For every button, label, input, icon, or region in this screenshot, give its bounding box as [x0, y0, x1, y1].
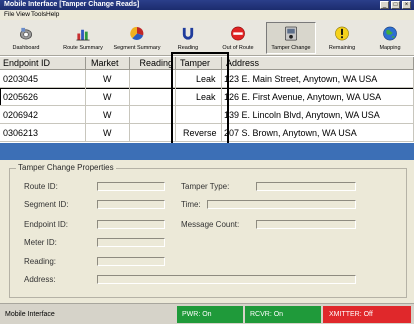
column-header-endpoint-id[interactable]: Endpoint ID	[0, 57, 86, 70]
mapping-label: Mapping	[379, 45, 401, 51]
status-app-name: Mobile Interface	[5, 311, 55, 318]
column-header-market[interactable]: Market	[86, 57, 130, 70]
table-row[interactable]: 0205626 W Leak 126 E. First Avenue, Anyt…	[0, 88, 414, 106]
remaining-icon	[335, 26, 349, 41]
address-cell: 123 E. Main Street, Anytown, WA USA	[222, 70, 414, 88]
splitter-bar[interactable]	[0, 143, 414, 160]
dashboard-button[interactable]: Dashboard	[4, 22, 48, 54]
message-count-label: Message Count:	[181, 220, 240, 229]
mapping-icon	[383, 26, 397, 41]
column-header-address[interactable]: Address	[222, 57, 414, 70]
tamper-type-field	[256, 182, 356, 191]
segment-id-field	[97, 200, 165, 209]
tamper-change-button[interactable]: Tamper Change	[266, 22, 316, 54]
toolbar: Dashboard Route Summary Segment Summary …	[0, 20, 414, 56]
reading-cell	[130, 124, 176, 142]
reading-button[interactable]: Reading	[168, 22, 208, 54]
address-cell: 207 S. Brown, Anytown, WA USA	[222, 124, 414, 142]
endpoint-id-label: Endpoint ID:	[24, 220, 69, 229]
out-of-route-icon	[231, 26, 245, 41]
receiver-status: RCVR: On	[245, 306, 321, 323]
route-id-label: Route ID:	[24, 182, 58, 191]
route-id-field	[97, 182, 165, 191]
tamper-cell	[176, 106, 222, 124]
route-summary-label: Route Summary	[63, 45, 103, 51]
dashboard-icon	[20, 27, 32, 40]
menu-bar: File View Tools Help	[0, 10, 414, 20]
tamper-type-label: Tamper Type:	[181, 182, 230, 191]
address-label: Address:	[24, 275, 56, 284]
column-header-reading[interactable]: Reading	[130, 57, 176, 70]
mapping-button[interactable]: Mapping	[370, 22, 410, 54]
address-cell: 139 E. Lincoln Blvd, Anytown, WA USA	[222, 106, 414, 124]
tamper-cell: Reverse	[176, 124, 222, 142]
table-row[interactable]: 0203045 W Leak 123 E. Main Street, Anyto…	[0, 70, 414, 88]
route-summary-button[interactable]: Route Summary	[58, 22, 108, 54]
maximize-button[interactable]: □	[391, 1, 400, 9]
dashboard-label: Dashboard	[12, 45, 40, 51]
reading-icon	[182, 27, 194, 40]
message-count-field	[256, 220, 356, 229]
route-summary-icon	[76, 29, 90, 41]
minimize-button[interactable]: _	[380, 1, 389, 9]
address-field	[97, 275, 356, 284]
reading-field	[97, 257, 165, 266]
reading-cell	[130, 70, 176, 88]
tamper-change-icon	[285, 26, 297, 41]
out-of-route-label: Out of Route	[222, 45, 254, 51]
table-row[interactable]: 0206942 W 139 E. Lincoln Blvd, Anytown, …	[0, 106, 414, 124]
tamper-cell: Leak	[176, 70, 222, 88]
tamper-change-label: Tamper Change	[271, 45, 311, 51]
endpoint-id-cell: 0203045	[0, 70, 86, 88]
menu-view[interactable]: View	[16, 10, 30, 20]
properties-title: Tamper Change Properties	[16, 163, 116, 172]
meter-id-label: Meter ID:	[24, 238, 57, 247]
transmitter-status: XMITTER: Off	[323, 306, 411, 323]
reading-label: Reading	[177, 45, 199, 51]
status-bar: Mobile Interface PWR: On RCVR: On XMITTE…	[0, 303, 414, 324]
menu-file[interactable]: File	[4, 10, 14, 20]
out-of-route-button[interactable]: Out of Route	[216, 22, 260, 54]
menu-help[interactable]: Help	[46, 10, 59, 20]
power-status: PWR: On	[177, 306, 243, 323]
tamper-change-table: Endpoint ID Market Reading Tamper Addres…	[0, 57, 414, 143]
address-cell: 126 E. First Avenue, Anytown, WA USA	[222, 88, 414, 106]
remaining-button[interactable]: Remaining	[320, 22, 364, 54]
reading-label: Reading:	[24, 257, 57, 266]
time-label: Time:	[181, 200, 201, 209]
menu-tools[interactable]: Tools	[31, 10, 46, 20]
column-header-tamper[interactable]: Tamper	[176, 57, 222, 70]
market-cell: W	[86, 88, 130, 106]
remaining-label: Remaining	[328, 45, 356, 51]
window-title: Mobile Interface [Tamper Change Reads]	[4, 1, 140, 8]
segment-summary-icon	[130, 26, 144, 40]
close-button[interactable]: ×	[402, 1, 411, 9]
tamper-cell: Leak	[176, 88, 222, 106]
time-field	[207, 200, 356, 209]
properties-panel: Tamper Change Properties Route ID: Segme…	[0, 160, 414, 303]
market-cell: W	[86, 124, 130, 142]
endpoint-id-cell: 0205626	[0, 88, 86, 106]
reading-cell	[130, 106, 176, 124]
endpoint-id-cell: 0306213	[0, 124, 86, 142]
segment-summary-label: Segment Summary	[113, 45, 161, 51]
table-row[interactable]: 0306213 W Reverse 207 S. Brown, Anytown,…	[0, 124, 414, 142]
reading-cell	[130, 88, 176, 106]
endpoint-id-field	[97, 220, 165, 229]
meter-id-field	[97, 238, 165, 247]
title-bar: Mobile Interface [Tamper Change Reads] _…	[0, 0, 414, 10]
endpoint-id-cell: 0206942	[0, 106, 86, 124]
segment-summary-button[interactable]: Segment Summary	[112, 22, 162, 54]
market-cell: W	[86, 70, 130, 88]
market-cell: W	[86, 106, 130, 124]
segment-id-label: Segment ID:	[24, 200, 69, 209]
